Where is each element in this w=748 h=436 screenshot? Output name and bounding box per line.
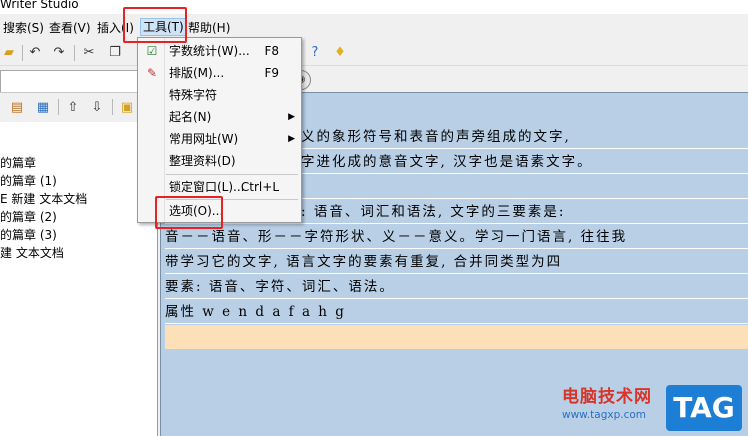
menu-item-naming[interactable]: 起名(N) ▶: [138, 106, 301, 128]
toolbar-separator: [74, 45, 75, 61]
menu-view[interactable]: 查看(V): [49, 19, 91, 37]
menu-bar: 搜索(S) 查看(V) 插入(I) 工具(T) 帮助(H): [0, 15, 748, 39]
watermark-badge: TAG: [666, 385, 742, 431]
properties-icon[interactable]: ▤: [8, 99, 26, 117]
menu-item-label: 起名(N): [169, 110, 212, 124]
site-watermark: 电脑技术网 www.tagxp.com TAG: [555, 380, 748, 436]
help-icon[interactable]: ?: [306, 44, 324, 62]
highlight-box-options: [155, 196, 223, 229]
menu-item-shortcut: F8: [264, 44, 279, 58]
format-pen-icon: ✎: [146, 66, 158, 80]
menu-item-label: 常用网址(W): [169, 132, 239, 146]
tip-lightbulb-icon[interactable]: ♦: [331, 44, 349, 62]
menu-item-label: 字数统计(W)...: [169, 44, 250, 58]
menu-item-shortcut: Ctrl+L: [240, 180, 279, 194]
line-text: 属性 w e n d a f a h g: [165, 304, 346, 320]
cut-icon[interactable]: ✂: [80, 44, 98, 62]
tree-item[interactable]: E 新建 文本文档: [0, 190, 87, 208]
copy-icon[interactable]: ❐: [106, 44, 124, 62]
toolbar-separator: [22, 45, 23, 61]
menu-item-label: 排版(M)...: [169, 66, 225, 80]
tree-item[interactable]: 的篇章 (1): [0, 172, 57, 190]
undo-icon[interactable]: ↶: [26, 44, 44, 62]
redo-icon[interactable]: ↷: [50, 44, 68, 62]
highlight-box-tools-menu: [123, 7, 187, 43]
editor-line: 带学习它的文字, 语言文字的要素有重复, 合并同类型为四: [165, 250, 748, 274]
menu-item-word-count[interactable]: ☑ 字数统计(W)... F8: [138, 40, 301, 62]
menu-item-common-urls[interactable]: 常用网址(W) ▶: [138, 128, 301, 150]
menu-item-label: 特殊字符: [169, 88, 218, 102]
line-text: 带学习它的文字, 语言文字的要素有重复, 合并同类型为四: [165, 254, 563, 270]
line-text: 音－－语音、形－－字符形状、义－－意义。学习一门语言, 往往我: [165, 229, 628, 245]
move-up-icon[interactable]: ⇧: [64, 99, 82, 117]
move-down-icon[interactable]: ⇩: [88, 99, 106, 117]
menu-item-layout[interactable]: ✎ 排版(M)... F9: [138, 62, 301, 84]
editor-line: 要素: 语音、字符、词汇、语法。: [165, 275, 748, 299]
menu-item-label: 锁定窗口(L)...: [169, 180, 245, 194]
tab-project[interactable]: [0, 70, 156, 92]
tree-item[interactable]: 建 文本文档: [0, 244, 64, 262]
line-text: : 语音、词汇和语法, 文字的三要素是:: [301, 204, 566, 220]
editor-line: 音－－语音、形－－字符形状、义－－意义。学习一门语言, 往往我: [165, 225, 748, 249]
watermark-title: 电脑技术网: [562, 387, 652, 407]
tree-item[interactable]: 的篇章 (3): [0, 226, 57, 244]
line-text: 要素: 语音、字符、词汇、语法。: [165, 279, 395, 295]
editor-line: 属性 w e n d a f a h g: [165, 300, 748, 324]
menu-item-shortcut: F9: [264, 66, 279, 80]
submenu-arrow-icon: ▶: [288, 134, 295, 144]
tree-toolbar: ▤ ▦ ⇧ ⇩ ▣: [0, 92, 158, 122]
tab-bar: ◉: [0, 66, 748, 92]
open-folder-icon[interactable]: ▰: [0, 44, 18, 62]
checkbox-check-icon: ☑: [146, 44, 158, 58]
menu-search[interactable]: 搜索(S): [3, 19, 44, 37]
document-list-icon[interactable]: ▦: [34, 99, 52, 117]
toolbar-separator: [112, 99, 113, 115]
tree-item[interactable]: 的篇章 (2): [0, 208, 57, 226]
editor-current-line: [165, 325, 748, 349]
menu-item-special-chars[interactable]: 特殊字符: [138, 84, 301, 106]
menu-item-organize[interactable]: 整理资料(D): [138, 150, 301, 172]
tree-item[interactable]: 的篇章: [0, 154, 36, 172]
menu-help[interactable]: 帮助(H): [188, 19, 230, 37]
title-bar: Writer Studio: [0, 0, 748, 14]
lock-icon[interactable]: ▣: [118, 99, 136, 117]
watermark-url: www.tagxp.com: [562, 409, 646, 421]
menu-item-lock-window[interactable]: 锁定窗口(L)... Ctrl+L: [138, 176, 301, 198]
submenu-arrow-icon: ▶: [288, 112, 295, 122]
line-text: 字进化成的意音文字, 汉字也是语素文字。: [301, 154, 593, 170]
line-text: 义的象形符号和表音的声旁组成的文字,: [301, 129, 571, 145]
menu-separator: [166, 174, 298, 175]
main-toolbar: ▰ ↶ ↷ ✂ ❐ ? ♦: [0, 39, 748, 66]
document-tree: 的篇章 的篇章 (1) E 新建 文本文档 的篇章 (2) 的篇章 (3) 建 …: [0, 122, 158, 436]
toolbar-separator: [58, 99, 59, 115]
menu-item-label: 整理资料(D): [169, 154, 236, 168]
window-title: Writer Studio: [0, 0, 79, 11]
